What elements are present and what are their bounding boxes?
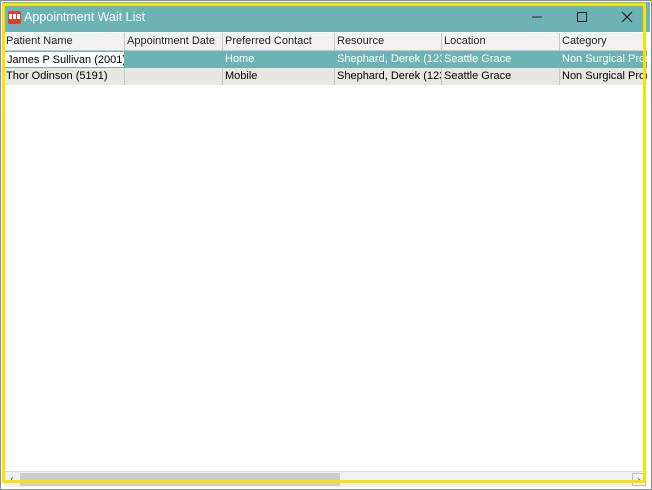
scrollbar-thumb[interactable] [20, 473, 340, 486]
wait-list-grid: Patient Name Appointment Date Preferred … [4, 33, 647, 471]
title-bar[interactable]: Appointment Wait List [2, 2, 650, 32]
table-row[interactable]: Thor Odinson (5191) Mobile Shephard, Der… [4, 68, 647, 85]
scroll-left-button[interactable]: ‹ [5, 473, 19, 486]
close-icon [621, 11, 633, 23]
scroll-right-icon: › [637, 475, 641, 486]
cell-preferred-contact[interactable]: Mobile [223, 68, 335, 85]
horizontal-scrollbar[interactable]: ‹ › [4, 471, 647, 487]
scroll-left-icon: ‹ [10, 474, 14, 485]
scroll-right-button[interactable]: › [632, 473, 646, 486]
close-button[interactable] [610, 6, 644, 28]
cell-patient-name[interactable]: James P Sullivan (2001) [4, 51, 125, 68]
appointment-wait-list-window: Appointment Wait List Patient Name Appoi… [0, 0, 652, 490]
app-icon [8, 11, 21, 24]
maximize-icon [577, 12, 587, 22]
cell-appointment-date[interactable] [125, 68, 223, 85]
column-header-preferred-contact[interactable]: Preferred Contact [223, 33, 335, 50]
column-header-resource[interactable]: Resource [335, 33, 442, 50]
cell-location[interactable]: Seattle Grace [442, 68, 560, 85]
column-header-location[interactable]: Location [442, 33, 560, 50]
minimize-icon [532, 16, 542, 18]
cell-preferred-contact[interactable]: Home [223, 51, 335, 68]
cell-resource[interactable]: Shephard, Derek (123) [335, 51, 442, 68]
cell-patient-name[interactable]: Thor Odinson (5191) [4, 68, 125, 85]
cell-appointment-date[interactable] [125, 51, 223, 68]
maximize-button[interactable] [565, 6, 599, 28]
cell-category[interactable]: Non Surgical Procedure [560, 68, 647, 85]
window-title: Appointment Wait List [24, 10, 146, 24]
minimize-button[interactable] [520, 6, 554, 28]
column-header-category[interactable]: Category [560, 33, 647, 50]
cell-category[interactable]: Non Surgical Procedure [560, 51, 647, 68]
cell-resource[interactable]: Shephard, Derek (123) [335, 68, 442, 85]
table-row[interactable]: James P Sullivan (2001) Home Shephard, D… [4, 51, 647, 68]
column-header-appointment-date[interactable]: Appointment Date [125, 33, 223, 50]
column-header-row: Patient Name Appointment Date Preferred … [4, 33, 647, 51]
cell-location[interactable]: Seattle Grace [442, 51, 560, 68]
column-header-patient-name[interactable]: Patient Name [4, 33, 125, 50]
